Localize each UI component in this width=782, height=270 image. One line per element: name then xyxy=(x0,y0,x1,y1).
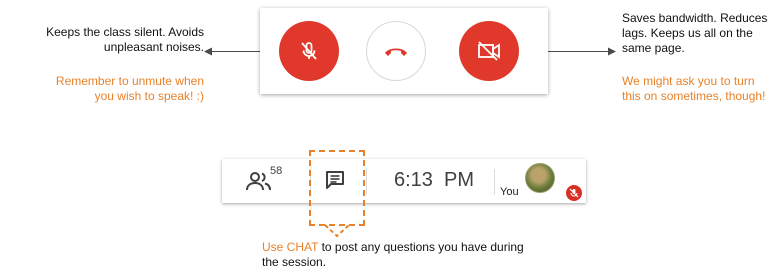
right-tip: We might ask you to turn this on sometim… xyxy=(622,74,782,104)
left-note: Keeps the class silent. Avoids unpleasan… xyxy=(20,25,204,55)
chat-note-text: to post any questions you have during xyxy=(318,240,524,254)
right-note-line1: Saves bandwidth. Reduces xyxy=(622,11,768,25)
right-note: Saves bandwidth. Reduces lags. Keeps us … xyxy=(622,11,782,56)
mute-mic-button[interactable] xyxy=(279,21,339,81)
right-arrowhead xyxy=(608,47,616,56)
camera-toggle-button[interactable] xyxy=(459,21,519,81)
meeting-bottom-bar: 58 6:13 PM You xyxy=(222,159,586,203)
chat-highlight-callout xyxy=(309,150,365,226)
left-tip-line2: you wish to speak! :) xyxy=(94,89,204,103)
right-tip-line2: this on sometimes, though! xyxy=(622,89,766,103)
phone-hangup-icon xyxy=(385,48,407,56)
chat-note-highlight: Use CHAT xyxy=(262,240,319,254)
left-note-line2: unpleasant noises. xyxy=(103,40,204,54)
people-icon xyxy=(246,172,271,191)
chat-callout-pointer xyxy=(324,224,350,238)
meeting-controls-panel xyxy=(260,8,548,94)
chat-note-line1: Use CHAT to post any questions you have … xyxy=(262,240,582,255)
right-note-line3: same page. xyxy=(622,41,685,55)
right-note-line2: lags. Keeps us all on the xyxy=(622,26,753,40)
videocam-off-icon xyxy=(478,41,500,61)
mic-off-icon xyxy=(569,188,579,198)
bar-divider xyxy=(494,169,495,195)
right-arrow xyxy=(548,51,610,52)
meeting-time: 6:13 PM xyxy=(394,169,475,191)
left-arrowhead xyxy=(204,47,212,56)
chat-note-line2: the session. xyxy=(262,255,327,269)
bar-divider xyxy=(366,169,367,195)
self-mic-status xyxy=(566,185,582,201)
left-tip-line1: Remember to unmute when xyxy=(55,74,204,88)
left-note-line1: Keeps the class silent. Avoids xyxy=(46,25,204,39)
participants-button[interactable]: 58 xyxy=(242,165,302,195)
avatar[interactable] xyxy=(525,163,555,193)
mic-off-icon xyxy=(301,42,317,60)
left-tip: Remember to unmute when you wish to spea… xyxy=(20,74,204,104)
participant-count: 58 xyxy=(270,165,283,177)
left-arrow xyxy=(208,51,260,52)
hangup-button[interactable] xyxy=(366,21,426,81)
self-label: You xyxy=(500,186,519,198)
right-tip-line1: We might ask you to turn xyxy=(622,74,755,88)
